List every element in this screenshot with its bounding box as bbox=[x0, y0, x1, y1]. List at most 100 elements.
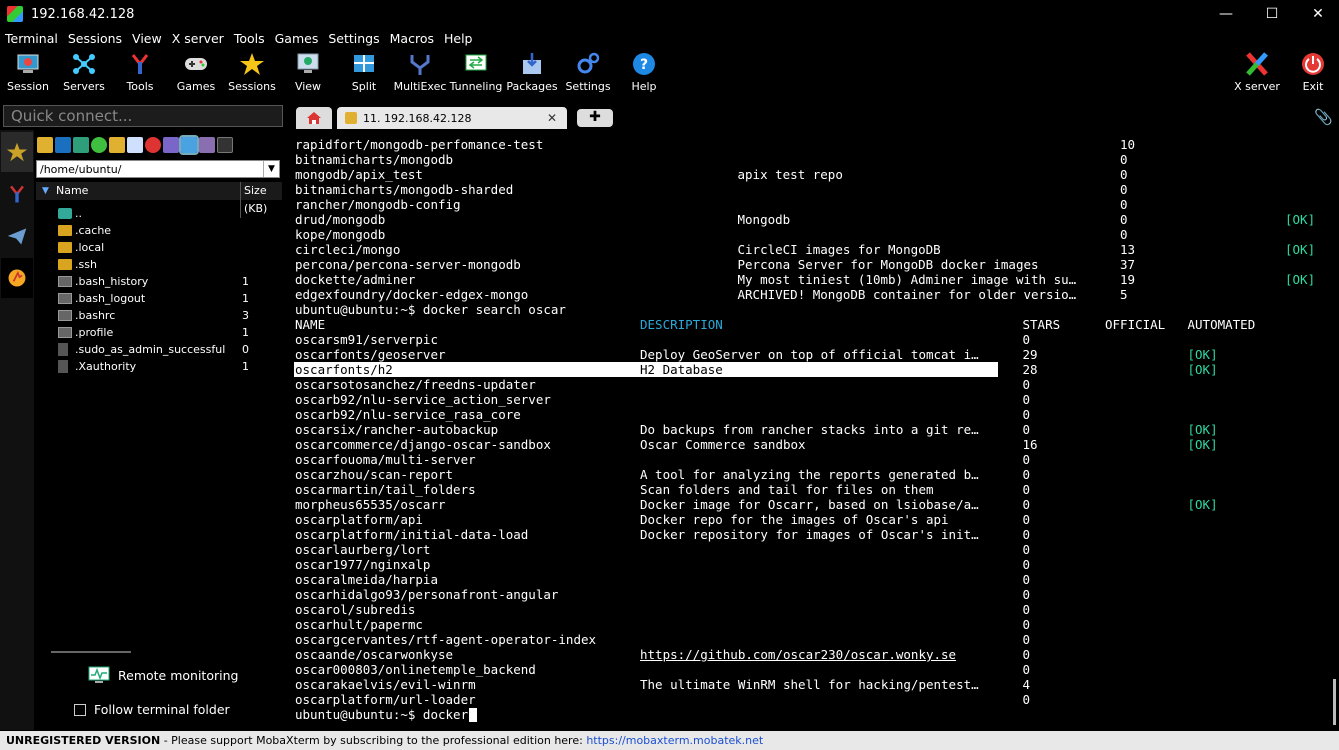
tools-button[interactable]: Tools bbox=[112, 50, 168, 93]
repo-name: rapidfort/mongodb-perfomance-test bbox=[295, 137, 544, 152]
automated-badge: [OK] bbox=[1285, 242, 1316, 257]
repo-description: Scan folders and tail for files on them bbox=[640, 482, 934, 497]
file-name: .bash_history bbox=[75, 275, 149, 288]
menu-sessions[interactable]: Sessions bbox=[63, 31, 127, 46]
xserver-button[interactable]: X server bbox=[1229, 50, 1285, 93]
tools-icon bbox=[10, 185, 24, 203]
repo-stars: 37 bbox=[1120, 257, 1136, 272]
menu-macros[interactable]: Macros bbox=[385, 31, 439, 46]
list-item[interactable]: .sudo_as_admin_successful 0 bbox=[36, 341, 282, 358]
refresh-icon[interactable] bbox=[91, 137, 107, 153]
packages-button[interactable]: Packages bbox=[504, 50, 560, 93]
servers-icon bbox=[73, 54, 95, 74]
list-item[interactable]: .bash_history 1 bbox=[36, 273, 282, 290]
document-icon bbox=[58, 343, 68, 356]
new-file-icon[interactable] bbox=[127, 137, 143, 153]
key-icon[interactable] bbox=[199, 137, 215, 153]
mobaxterm-window: 192.168.42.128 — ☐ ✕ Terminal Sessions V… bbox=[0, 0, 1339, 750]
new-folder-icon[interactable] bbox=[109, 137, 125, 153]
repo-name: oscarfouoma/multi-server bbox=[295, 452, 476, 467]
sftp-tab[interactable] bbox=[1, 258, 33, 298]
list-item[interactable]: .ssh bbox=[36, 256, 282, 273]
menu-settings[interactable]: Settings bbox=[323, 31, 384, 46]
delete-icon[interactable] bbox=[145, 137, 161, 153]
minimize-button[interactable]: — bbox=[1203, 0, 1249, 28]
chevron-down-icon[interactable]: ▼ bbox=[263, 161, 279, 177]
terminal-output[interactable]: rapidfort/mongodb-perfomance-test 10 bitna… bbox=[287, 131, 1331, 729]
mobaxterm-link[interactable]: https://mobaxterm.mobatek.net bbox=[586, 734, 763, 747]
automated-badge: [OK] bbox=[1285, 272, 1316, 287]
sessions-tab[interactable] bbox=[1, 132, 33, 172]
checkbox[interactable] bbox=[74, 703, 86, 716]
home-tab[interactable] bbox=[296, 107, 332, 129]
horizontal-scrollbar[interactable] bbox=[51, 651, 131, 653]
repo-stars: 0 bbox=[1120, 212, 1128, 227]
repo-name: oscaralmeida/harpia bbox=[295, 572, 438, 587]
close-button[interactable]: ✕ bbox=[1295, 0, 1339, 28]
permissions-icon[interactable] bbox=[179, 135, 199, 155]
settings-button[interactable]: Settings bbox=[560, 50, 616, 93]
column-header-stars: STARS bbox=[1022, 317, 1061, 332]
list-item[interactable]: .bash_logout 1 bbox=[36, 290, 282, 307]
menu-x-server[interactable]: X server bbox=[167, 31, 229, 46]
repo-stars: 0 bbox=[1022, 392, 1031, 407]
menu-terminal[interactable]: Terminal bbox=[0, 31, 63, 46]
help-button[interactable]: ? Help bbox=[616, 50, 672, 93]
tunneling-button[interactable]: Tunneling bbox=[448, 50, 504, 93]
exit-button[interactable]: Exit bbox=[1285, 50, 1339, 93]
sessions-button[interactable]: Sessions bbox=[224, 50, 280, 93]
list-item[interactable]: .bashrc 3 bbox=[36, 307, 282, 324]
remote-monitoring-button[interactable]: Remote monitoring bbox=[88, 666, 238, 684]
servers-button[interactable]: Servers bbox=[56, 50, 112, 93]
repo-name: oscarsotosanchez/freedns-updater bbox=[295, 377, 536, 392]
repo-stars: 0 bbox=[1022, 332, 1031, 347]
menu-bar: Terminal Sessions View X server Tools Ga… bbox=[0, 28, 1339, 48]
list-item[interactable]: .Xauthority 1 bbox=[36, 358, 282, 375]
maximize-button[interactable]: ☐ bbox=[1249, 0, 1295, 28]
games-button[interactable]: Games bbox=[168, 50, 224, 93]
repo-name: oscarsix/rancher-autobackup bbox=[295, 422, 499, 437]
terminal-icon[interactable] bbox=[217, 137, 233, 153]
column-header-name: NAME bbox=[295, 317, 326, 332]
terminal-scrollbar[interactable] bbox=[1331, 131, 1339, 729]
session-button[interactable]: Session bbox=[0, 50, 56, 93]
status-bar: UNREGISTERED VERSION - Please support Mo… bbox=[0, 731, 1339, 750]
menu-view[interactable]: View bbox=[127, 31, 167, 46]
attachment-icon[interactable]: 📎 bbox=[1314, 108, 1333, 126]
repo-stars: 10 bbox=[1120, 137, 1136, 152]
tab-session-11[interactable]: 11. 192.168.42.128 ✕ bbox=[337, 107, 567, 129]
packages-icon bbox=[523, 53, 541, 74]
column-name[interactable]: Name bbox=[56, 182, 88, 200]
new-tab-button[interactable]: ✚ bbox=[577, 109, 613, 127]
upload-icon[interactable] bbox=[73, 137, 89, 153]
quick-connect-input[interactable]: Quick connect... bbox=[3, 105, 283, 127]
folder-up-icon[interactable] bbox=[37, 137, 53, 153]
multiexec-icon bbox=[410, 55, 430, 75]
list-item[interactable]: .local bbox=[36, 239, 282, 256]
tools-tab[interactable] bbox=[1, 174, 33, 214]
repo-description-link[interactable]: https://github.com/oscar230/oscar.wonky.… bbox=[640, 647, 956, 662]
path-field[interactable]: /home/ubuntu/ ▼ bbox=[36, 160, 280, 178]
menu-tools[interactable]: Tools bbox=[229, 31, 270, 46]
split-button[interactable]: Split bbox=[336, 50, 392, 93]
close-tab-icon[interactable]: ✕ bbox=[547, 111, 557, 125]
repo-name: oscarhidalgo93/personafront-angular bbox=[295, 587, 559, 602]
scrollbar-thumb[interactable] bbox=[1333, 679, 1336, 725]
view-button[interactable]: View bbox=[280, 50, 336, 93]
menu-games[interactable]: Games bbox=[270, 31, 324, 46]
list-item[interactable]: .. bbox=[36, 205, 282, 222]
repo-name: oscargcervantes/rtf-agent-operator-index bbox=[295, 632, 597, 647]
macros-tab[interactable] bbox=[1, 216, 33, 256]
list-item[interactable]: .cache bbox=[36, 222, 282, 239]
follow-terminal-folder-checkbox[interactable]: Follow terminal folder bbox=[74, 702, 230, 717]
list-item[interactable]: .profile 1 bbox=[36, 324, 282, 341]
menu-help[interactable]: Help bbox=[439, 31, 478, 46]
rename-icon[interactable] bbox=[163, 137, 179, 153]
folder-icon bbox=[58, 242, 72, 253]
home-icon bbox=[307, 112, 321, 124]
status-text: - Please support MobaXterm by subscribin… bbox=[160, 734, 587, 747]
multiexec-button[interactable]: MultiExec bbox=[392, 50, 448, 93]
automated-badge: [OK] bbox=[1187, 362, 1218, 377]
repo-stars: 5 bbox=[1120, 287, 1128, 302]
download-icon[interactable] bbox=[55, 137, 71, 153]
